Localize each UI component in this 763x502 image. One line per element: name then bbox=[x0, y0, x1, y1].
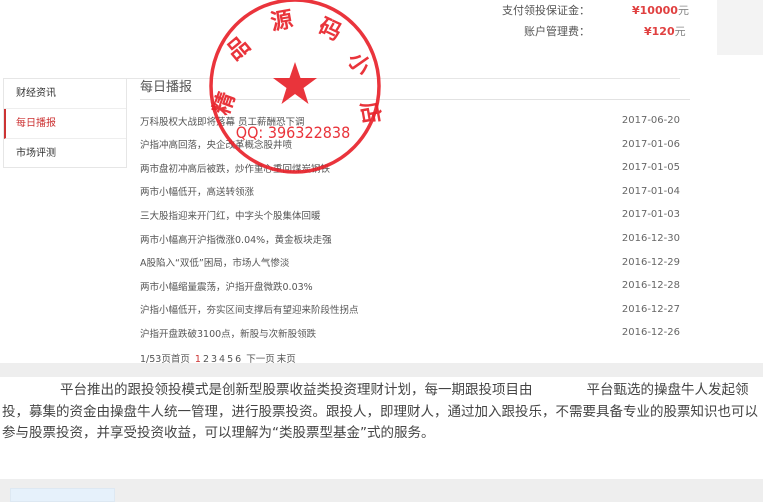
svg-text:精: 精 bbox=[208, 89, 240, 119]
management-fee-label: 账户管理费： bbox=[524, 25, 590, 38]
news-date: 2017-01-04 bbox=[621, 185, 680, 197]
management-fee-amount: ¥120元 bbox=[644, 23, 686, 39]
news-date: 2017-06-20 bbox=[621, 115, 680, 126]
sidebar-item-finance-news[interactable]: 财经资讯 bbox=[4, 79, 126, 109]
section-separator bbox=[0, 363, 763, 377]
news-date: 2017-01-03 bbox=[621, 209, 680, 221]
news-row[interactable]: 两市小幅高开沪指微涨0.04%，黄金板块走强 2016-12-30 bbox=[140, 227, 680, 250]
svg-text:店: 店 bbox=[355, 100, 383, 126]
deposit-unit: 元 bbox=[677, 4, 689, 17]
news-row[interactable]: 沪指开盘跌破3100点，新股与次新股领跌 2016-12-26 bbox=[140, 321, 680, 344]
news-row[interactable]: 三大股指迎来开门红，中字头个股集体回暖 2017-01-03 bbox=[140, 203, 680, 226]
sidebar-item-daily-report[interactable]: 每日播报 bbox=[4, 109, 126, 139]
news-date: 2016-12-30 bbox=[621, 233, 680, 244]
stamp-qq-text: QQ: 396322838 bbox=[236, 123, 350, 142]
news-date: 2016-12-29 bbox=[621, 256, 680, 268]
seal-stamp-logo: 精 品 源 码 小 店 QQ: 396322838 bbox=[208, 0, 384, 174]
news-row[interactable]: 两市小幅缩量震荡，沪指开盘微跌0.03% 2016-12-28 bbox=[140, 274, 680, 297]
news-date: 2017-01-05 bbox=[621, 162, 680, 174]
news-title[interactable]: A股陷入“双低”困局，市场人气惨淡 bbox=[140, 255, 289, 269]
news-title[interactable]: 两市小幅缩量震荡，沪指开盘微跌0.03% bbox=[140, 279, 313, 293]
news-title[interactable]: 沪指开盘跌破3100点，新股与次新股领跌 bbox=[140, 326, 316, 340]
description-paragraph: 平台推出的跟投领投模式是创新型股票收益类投资理财计划，每一期跟投项目由 平台甄选… bbox=[2, 382, 758, 441]
svg-text:小: 小 bbox=[342, 48, 375, 80]
news-title[interactable]: 三大股指迎来开门红，中字头个股集体回暖 bbox=[140, 208, 321, 222]
svg-text:码: 码 bbox=[314, 14, 345, 46]
side-panel bbox=[717, 0, 763, 55]
management-fee-value: ¥120 bbox=[644, 25, 675, 38]
deposit-label: 支付领投保证金： bbox=[502, 4, 590, 17]
svg-text:源: 源 bbox=[269, 7, 295, 35]
deposit-value: ¥10000 bbox=[632, 4, 678, 17]
news-title[interactable]: 沪指小幅低开，夯实区间支撑后有望迎来阶段性拐点 bbox=[140, 302, 359, 316]
news-row[interactable]: 沪指小幅低开，夯实区间支撑后有望迎来阶段性拐点 2016-12-27 bbox=[140, 298, 680, 321]
sidebar-item-market-review[interactable]: 市场评测 bbox=[4, 139, 126, 169]
management-fee-unit: 元 bbox=[674, 25, 686, 38]
news-date: 2016-12-26 bbox=[621, 327, 680, 339]
news-title[interactable]: 两市小幅高开沪指微涨0.04%，黄金板块走强 bbox=[140, 232, 332, 246]
page-title: 每日播报 bbox=[140, 80, 193, 95]
news-date: 2016-12-28 bbox=[621, 280, 680, 292]
deposit-amount: ¥10000元 bbox=[632, 2, 689, 18]
info-box bbox=[10, 488, 115, 502]
sidebar: 财经资讯 每日播报 市场评测 bbox=[3, 78, 127, 168]
news-title[interactable]: 两市小幅低开，高送转领涨 bbox=[140, 184, 254, 198]
news-row[interactable]: 两市小幅低开，高送转领涨 2017-01-04 bbox=[140, 180, 680, 203]
news-row[interactable]: A股陷入“双低”困局，市场人气惨淡 2016-12-29 bbox=[140, 251, 680, 274]
news-date: 2016-12-27 bbox=[621, 303, 680, 315]
news-date: 2017-01-06 bbox=[621, 138, 680, 150]
